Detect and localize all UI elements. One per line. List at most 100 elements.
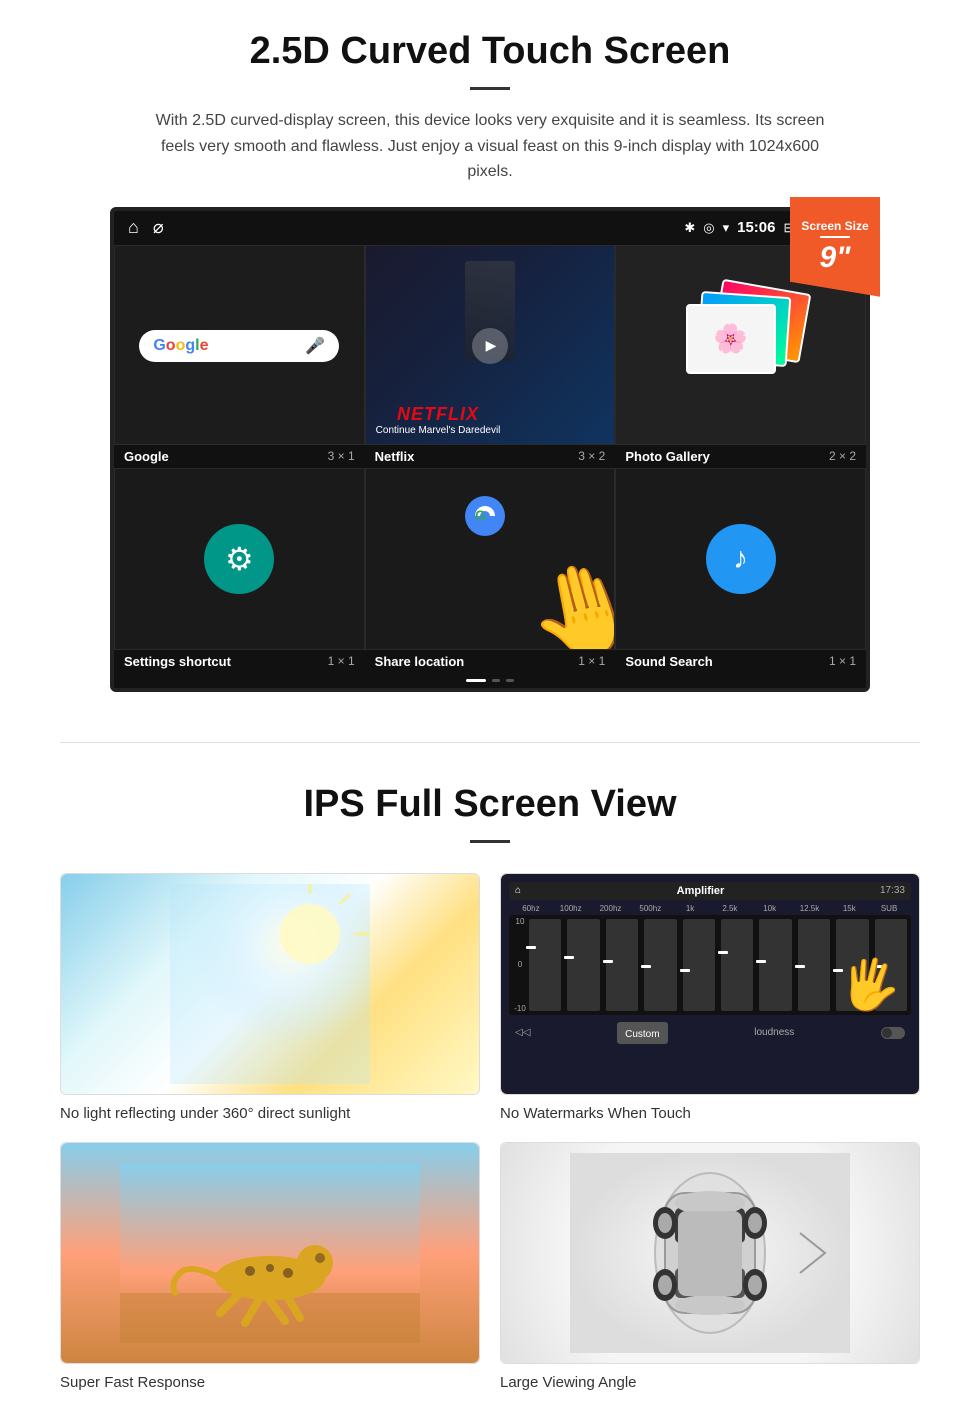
amp-title-text: Amplifier: [677, 885, 725, 897]
section2-ips: IPS Full Screen View: [0, 773, 980, 1421]
sunlight-caption: No light reflecting under 360° direct su…: [60, 1105, 480, 1122]
freq-500hz: 500hz: [632, 904, 668, 913]
netflix-play-button[interactable]: [472, 328, 508, 364]
freq-1k: 1k: [672, 904, 708, 913]
device-mockup: Screen Size 9" ⌂ ⌀ ✱ ◎ ▾ 15:06 ⊟ ♪ ⊠: [110, 207, 870, 692]
google-app-cell[interactable]: Google 🎤: [114, 245, 365, 445]
freq-100hz: 100hz: [553, 904, 589, 913]
app-labels-bottom: Settings shortcut 1 × 1 Share location 1…: [114, 650, 866, 673]
section1-title: 2.5D Curved Touch Screen: [60, 30, 920, 73]
maps-icon: G: [460, 494, 510, 559]
slider-3[interactable]: [606, 919, 638, 1011]
share-location-app-cell[interactable]: G 🤚: [365, 468, 616, 650]
dot-2: [492, 679, 500, 682]
amplifier-image: ⌂ Amplifier 17:33 60hz 100hz 200hz 500hz…: [501, 874, 919, 1094]
sunlight-image-container: [60, 873, 480, 1095]
slider-4[interactable]: [644, 919, 676, 1011]
slider-7[interactable]: [759, 919, 791, 1011]
settings-icon-wrap: ⚙: [204, 524, 274, 594]
car-svg: [570, 1153, 850, 1353]
amp-custom-label: Custom: [625, 1029, 659, 1040]
flower-icon: 🌸: [713, 322, 748, 355]
badge-line: [820, 236, 850, 238]
screen-size-badge: Screen Size 9": [790, 197, 880, 297]
google-search-bar[interactable]: Google 🎤: [139, 330, 339, 362]
location-icon: ◎: [703, 220, 714, 236]
amp-loudness-label: loudness: [754, 1027, 794, 1038]
hand-touch-icon: 🤚: [516, 546, 615, 649]
hand-slider-icon: 🖐: [834, 951, 906, 1020]
google-search-area[interactable]: Google 🎤: [115, 246, 364, 445]
section1-description: With 2.5D curved-display screen, this de…: [150, 108, 830, 185]
freq-200hz: 200hz: [593, 904, 629, 913]
scale-0: 0: [513, 960, 527, 969]
sound-search-content[interactable]: ♪: [616, 469, 865, 649]
slider-1[interactable]: [529, 919, 561, 1011]
netflix-content-area[interactable]: NETFLIX Continue Marvel's Daredevil: [366, 246, 615, 445]
home-icon[interactable]: ⌂: [128, 217, 139, 238]
freq-sub: SUB: [871, 904, 907, 913]
slider-6[interactable]: [721, 919, 753, 1011]
wifi-icon: ▾: [723, 220, 730, 236]
car-image: [501, 1143, 919, 1363]
settings-content-area[interactable]: ⚙: [115, 469, 364, 649]
freq-15k: 15k: [831, 904, 867, 913]
google-mic-icon[interactable]: 🎤: [305, 336, 325, 356]
usb-icon: ⌀: [153, 217, 164, 238]
section1-underline: [470, 87, 510, 90]
eq-bars-area: 10 0 -10: [509, 915, 911, 1015]
car-feature: Large Viewing Angle: [500, 1142, 920, 1391]
share-app-size: 1 × 1: [578, 654, 605, 668]
page-indicator: [114, 673, 866, 688]
sunlight-svg: [170, 884, 370, 1084]
amplifier-feature: ⌂ Amplifier 17:33 60hz 100hz 200hz 500hz…: [500, 873, 920, 1122]
section1-curved-touch: 2.5D Curved Touch Screen With 2.5D curve…: [0, 0, 980, 712]
netflix-app-cell[interactable]: NETFLIX Continue Marvel's Daredevil: [365, 245, 616, 445]
freq-60hz: 60hz: [513, 904, 549, 913]
cheetah-image-container: [60, 1142, 480, 1364]
dot-active: [466, 679, 486, 682]
music-icon-wrap: ♪: [706, 524, 776, 594]
sunlight-feature: No light reflecting under 360° direct su…: [60, 873, 480, 1122]
share-location-content[interactable]: G 🤚: [366, 469, 615, 649]
amp-custom-button[interactable]: Custom: [617, 1022, 667, 1044]
car-caption: Large Viewing Angle: [500, 1374, 920, 1391]
sound-app-size: 1 × 1: [829, 654, 856, 668]
share-app-name: Share location: [375, 654, 465, 669]
netflix-label-row: Netflix 3 × 2: [365, 445, 616, 468]
freq-2-5k: 2.5k: [712, 904, 748, 913]
netflix-app-size: 3 × 2: [578, 449, 605, 463]
amp-nav-back: ◁◁: [515, 1027, 530, 1038]
amp-footer-bar: ◁◁ Custom loudness: [509, 1019, 911, 1047]
netflix-info: NETFLIX Continue Marvel's Daredevil: [376, 404, 501, 436]
slider-5[interactable]: [683, 919, 715, 1011]
google-app-size: 3 × 1: [328, 449, 355, 463]
settings-gear-icon: ⚙: [225, 540, 254, 578]
sound-search-app-cell[interactable]: ♪: [615, 468, 866, 650]
slider-2[interactable]: [567, 919, 599, 1011]
scale-10: 10: [513, 917, 527, 926]
cheetah-caption: Super Fast Response: [60, 1374, 480, 1391]
amp-loudness-toggle[interactable]: [881, 1027, 905, 1039]
cheetah-feature: Super Fast Response: [60, 1142, 480, 1391]
car-image-container: [500, 1142, 920, 1364]
slider-8[interactable]: [798, 919, 830, 1011]
device-screen: ⌂ ⌀ ✱ ◎ ▾ 15:06 ⊟ ♪ ⊠ ⬜: [110, 207, 870, 692]
share-label-row: Share location 1 × 1: [365, 650, 616, 673]
sunlight-image: [61, 874, 479, 1094]
dot-3: [506, 679, 514, 682]
google-label-row: Google 3 × 1: [114, 445, 365, 468]
netflix-logo-text: NETFLIX: [376, 404, 501, 425]
cheetah-image: [61, 1143, 479, 1363]
gallery-stack: 🌸: [681, 286, 801, 406]
settings-label-row: Settings shortcut 1 × 1: [114, 650, 365, 673]
app-grid-bottom: ⚙ G: [114, 468, 866, 650]
gallery-label-row: Photo Gallery 2 × 2: [615, 445, 866, 468]
amp-freq-labels: 60hz 100hz 200hz 500hz 1k 2.5k 10k 12.5k…: [509, 904, 911, 913]
netflix-app-name: Netflix: [375, 449, 415, 464]
svg-text:G: G: [475, 507, 486, 523]
cheetah-svg: [120, 1163, 420, 1343]
settings-app-cell[interactable]: ⚙: [114, 468, 365, 650]
netflix-subtitle: Continue Marvel's Daredevil: [376, 425, 501, 436]
gallery-app-size: 2 × 2: [829, 449, 856, 463]
